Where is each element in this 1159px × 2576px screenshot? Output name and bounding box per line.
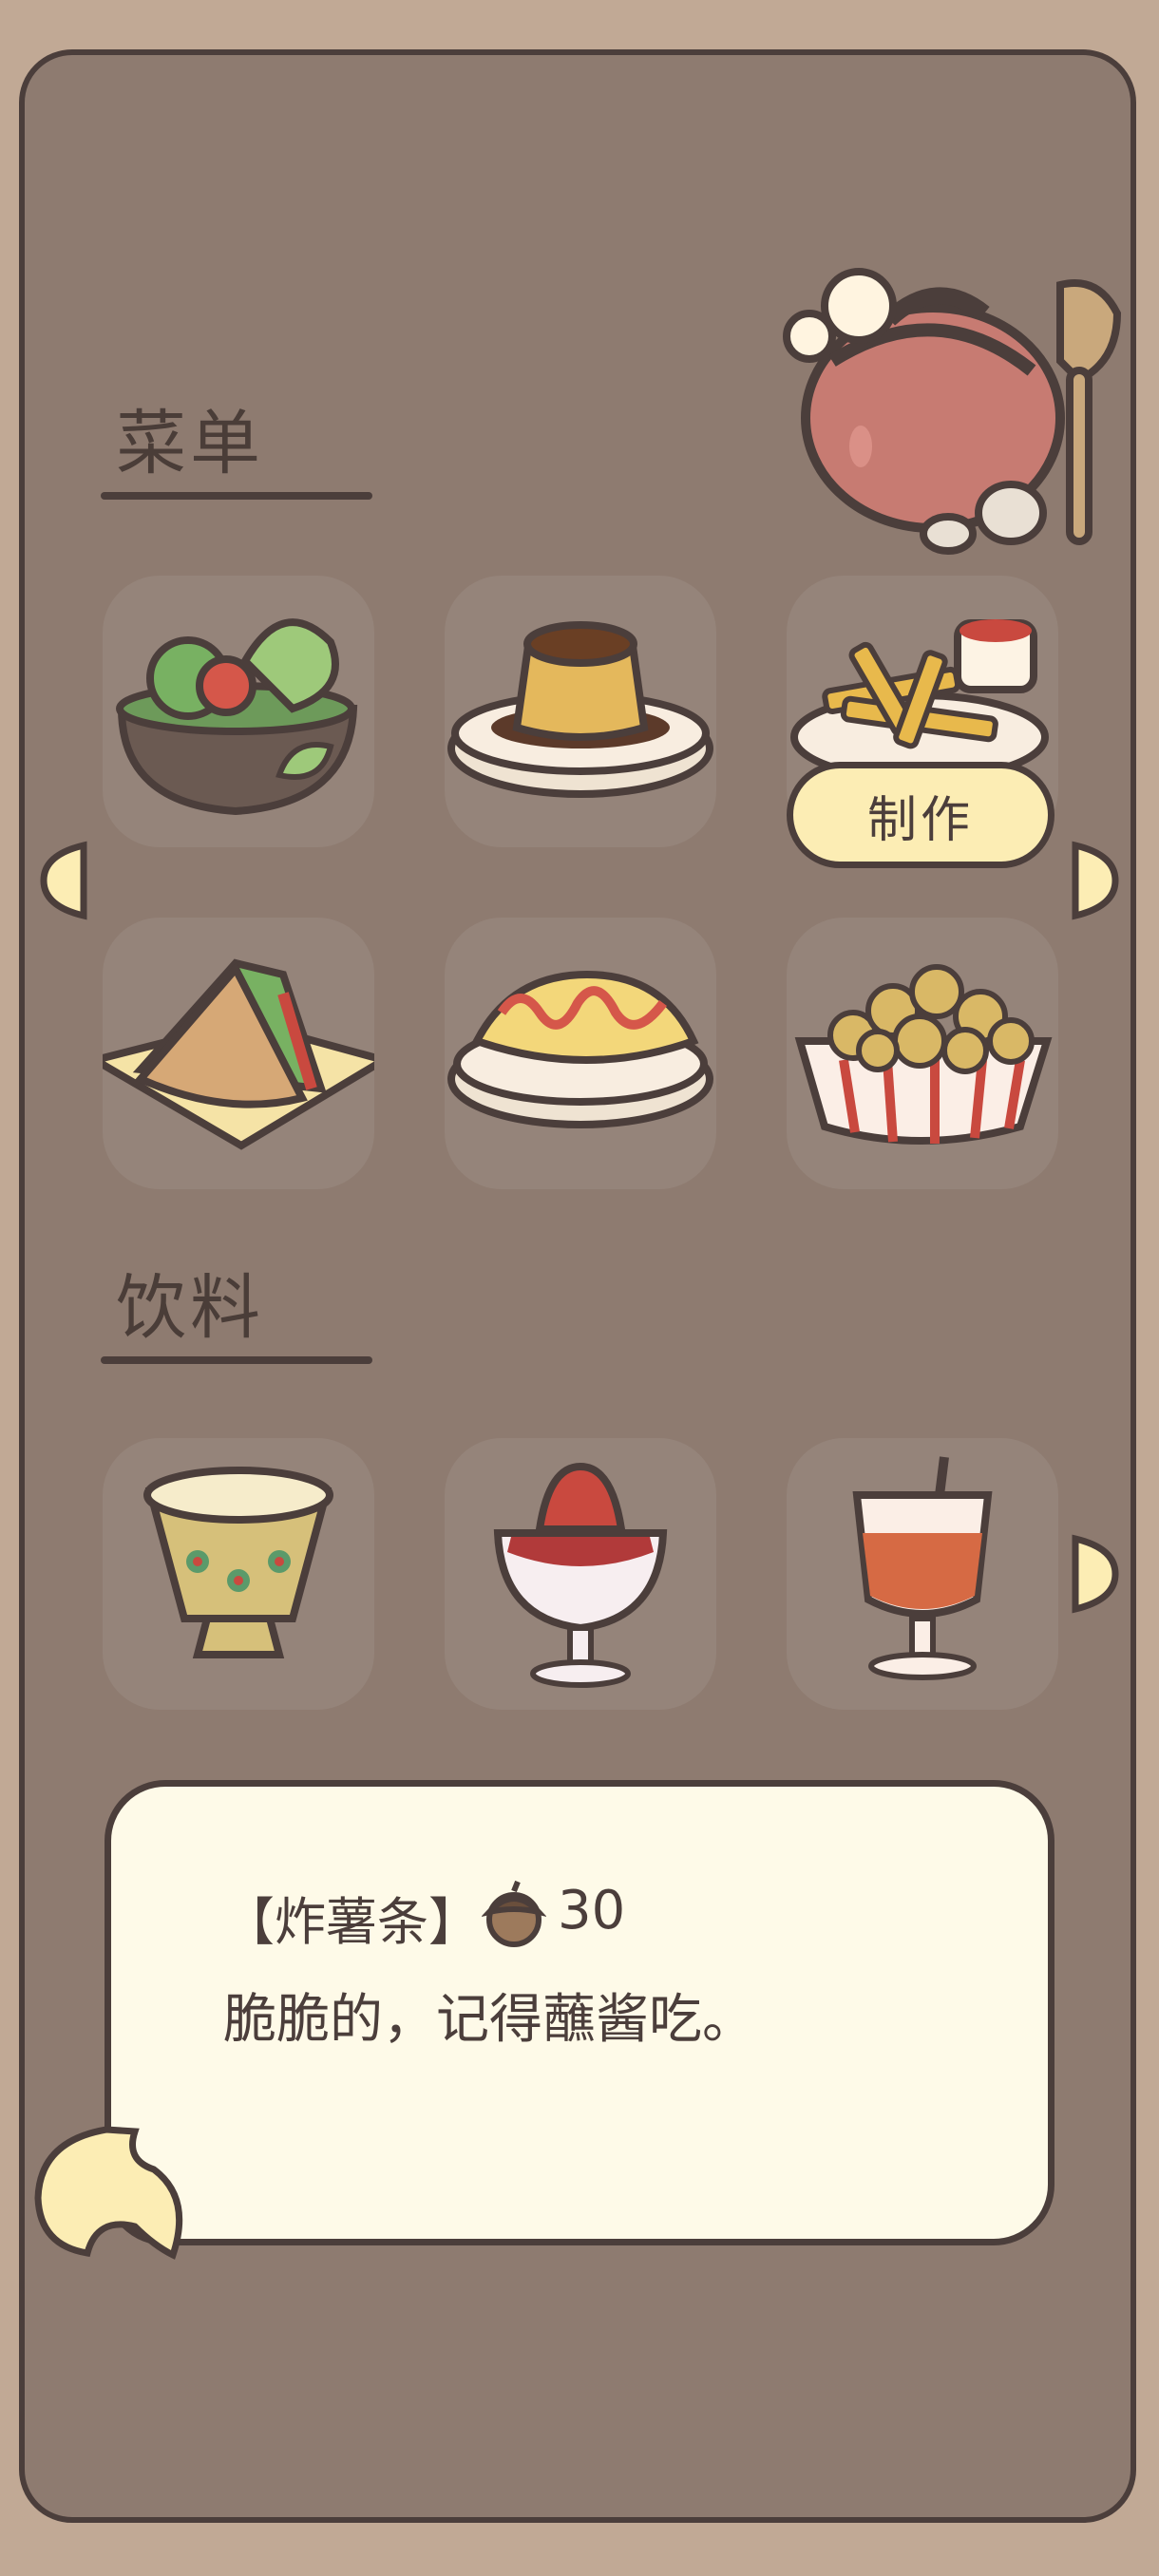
popcorn-chicken-icon	[794, 964, 1053, 1145]
item-description-text: 脆脆的，记得蘸酱吃。	[223, 1989, 755, 2051]
drink-item-juice[interactable]	[787, 1438, 1058, 1710]
drinks-section-title: 饮料	[116, 1267, 264, 1349]
juice-glass-icon	[852, 1456, 993, 1680]
menu-item-omelette[interactable]	[445, 918, 716, 1189]
menu-item-pudding[interactable]	[445, 576, 716, 847]
drinks-title-underline	[101, 1356, 372, 1364]
next-page-arrow-icon[interactable]	[1070, 840, 1121, 921]
strawberry-parfait-icon	[493, 1462, 668, 1688]
menu-title-underline	[101, 492, 372, 500]
item-description-box: 【炸薯条】 30 脆脆的，记得蘸酱吃。	[104, 1780, 1054, 2245]
menu-item-salad[interactable]	[103, 576, 374, 847]
drink-item-parfait[interactable]	[445, 1438, 716, 1710]
tea-cup-icon	[143, 1467, 333, 1658]
drink-item-tea[interactable]	[103, 1438, 374, 1710]
prev-page-arrow-icon[interactable]	[38, 840, 89, 921]
sandwich-icon	[103, 958, 374, 1150]
salad-bowl-icon	[116, 618, 358, 816]
acorn-icon	[482, 1880, 546, 1947]
item-price: 30	[558, 1880, 626, 1941]
menu-section-title: 菜单	[116, 403, 264, 484]
pudding-icon	[447, 621, 713, 798]
menu-item-sandwich[interactable]	[103, 918, 374, 1189]
cooking-pot-icon	[783, 268, 1122, 555]
menu-item-popcorn-chicken[interactable]	[787, 918, 1058, 1189]
make-button[interactable]: 制作	[787, 762, 1054, 868]
omelette-icon	[447, 970, 713, 1128]
item-name: 【炸薯条】	[223, 1892, 480, 1952]
speech-bubble-tail-icon	[34, 2126, 183, 2260]
drinks-next-arrow-icon[interactable]	[1070, 1533, 1121, 1615]
